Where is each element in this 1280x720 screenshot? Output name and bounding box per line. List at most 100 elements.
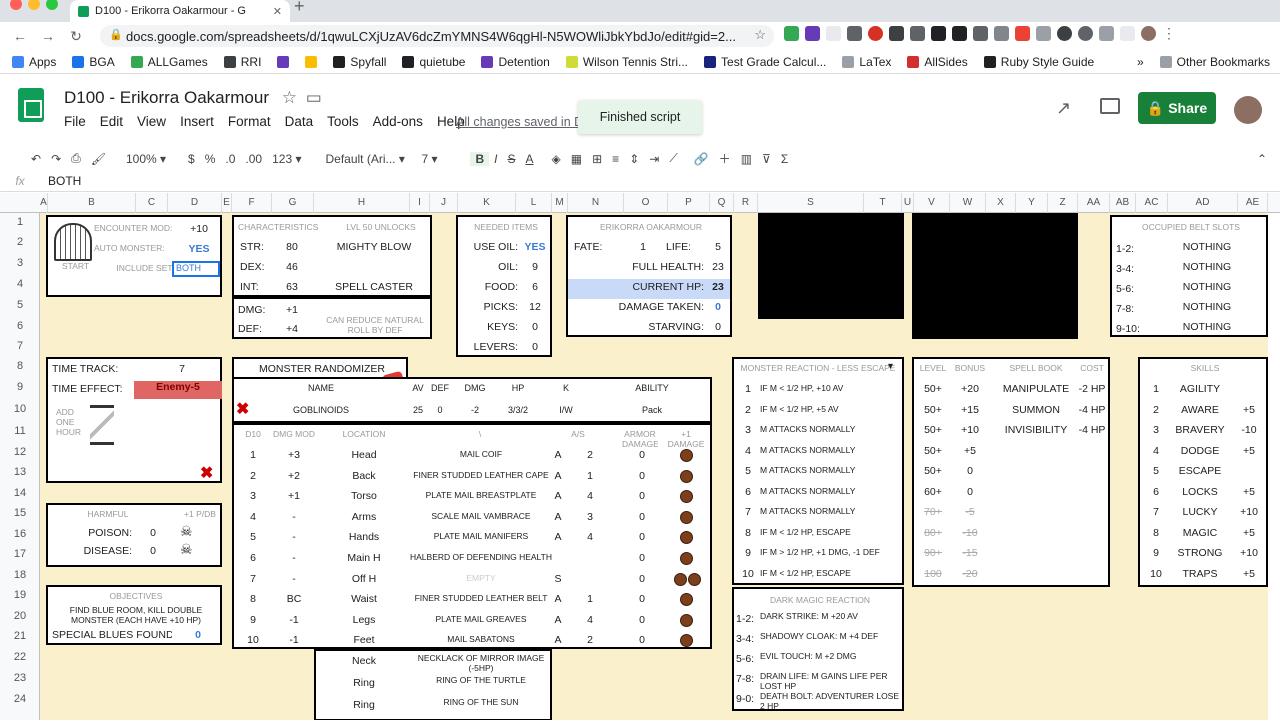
tab-close-icon[interactable]: ✕ <box>273 5 282 18</box>
column-header[interactable]: AA <box>1078 193 1110 213</box>
row-header[interactable]: 14 <box>0 487 40 499</box>
new-tab-icon[interactable]: + <box>294 0 305 17</box>
increase-decimal-button[interactable]: .00 <box>240 152 267 166</box>
forward-icon[interactable]: → <box>34 28 62 44</box>
column-header[interactable]: Z <box>1048 193 1078 213</box>
percent-format-button[interactable]: % <box>200 152 221 166</box>
column-header[interactable]: M <box>552 193 568 213</box>
text-rotation-icon[interactable]: ⟋ <box>664 151 682 166</box>
column-header[interactable]: AE <box>1238 193 1268 213</box>
redo-icon[interactable]: ↷ <box>46 152 66 166</box>
formula-bar[interactable]: fx BOTH <box>0 170 1280 192</box>
paint-format-icon[interactable]: 🖌 <box>86 152 111 166</box>
profile-avatar[interactable] <box>1141 26 1156 41</box>
row-header[interactable]: 19 <box>0 589 40 601</box>
close-x-icon[interactable]: ✖ <box>236 399 249 419</box>
document-title[interactable]: D100 - Erikorra Oakarmour ☆ ▭ <box>64 88 322 108</box>
column-header[interactable]: E <box>222 193 232 213</box>
borders-icon[interactable]: ▦ <box>566 152 587 166</box>
bookmark-item[interactable]: Detention <box>481 55 550 69</box>
row-header[interactable]: 18 <box>0 569 40 581</box>
extension-icon[interactable] <box>994 26 1009 41</box>
star-icon[interactable]: ☆ <box>282 88 297 107</box>
extension-icon[interactable] <box>952 26 967 41</box>
column-header[interactable]: K <box>458 193 516 213</box>
menu-view[interactable]: View <box>137 114 166 129</box>
merge-cells-icon[interactable]: ⊞ <box>587 152 607 166</box>
zoom-select[interactable]: 100% ▾ <box>121 152 171 166</box>
bookmark-item[interactable]: Wilson Tennis Stri... <box>565 55 688 69</box>
bold-button[interactable]: B <box>470 151 490 166</box>
damage-token-icon[interactable] <box>680 531 693 545</box>
chrome-menu-icon[interactable]: ⋮ <box>1162 26 1176 41</box>
row-header[interactable]: 12 <box>0 446 40 458</box>
row-header[interactable]: 16 <box>0 528 40 540</box>
other-bookmarks-folder[interactable]: Other Bookmarks <box>1159 55 1270 69</box>
row-header[interactable]: 4 <box>0 278 40 290</box>
insert-link-icon[interactable]: 🔗 <box>689 152 714 166</box>
functions-icon[interactable]: Σ <box>776 152 793 166</box>
column-header[interactable]: W <box>950 193 986 213</box>
column-header[interactable]: T <box>864 193 902 213</box>
column-header[interactable]: D <box>168 193 222 213</box>
font-size-select[interactable]: 7 ▾ <box>416 152 464 166</box>
damage-token-icon[interactable] <box>688 572 701 586</box>
activity-dashboard-icon[interactable]: ↗ <box>1056 98 1071 119</box>
save-status[interactable]: All changes saved in D <box>456 115 583 129</box>
reload-icon[interactable]: ↻ <box>62 28 90 45</box>
menu-format[interactable]: Format <box>228 114 271 129</box>
damage-token-icon[interactable] <box>680 552 693 565</box>
extension-icon[interactable] <box>889 26 904 41</box>
font-select[interactable]: Default (Ari... ▾ <box>320 152 404 166</box>
horizontal-align-icon[interactable]: ≡ <box>607 152 624 166</box>
column-header[interactable]: AC <box>1136 193 1168 213</box>
row-header[interactable]: 10 <box>0 403 40 415</box>
column-header[interactable]: I <box>410 193 430 213</box>
extension-icon[interactable] <box>805 26 820 41</box>
menu-tools[interactable]: Tools <box>327 114 359 129</box>
maximize-window-icon[interactable] <box>46 0 58 10</box>
amazon-icon[interactable] <box>931 26 946 41</box>
column-header[interactable]: Y <box>1016 193 1048 213</box>
currency-format-button[interactable]: $ <box>183 152 200 166</box>
italic-button[interactable]: I <box>489 152 502 166</box>
formula-input[interactable]: BOTH <box>40 174 81 188</box>
close-x-icon[interactable]: ✖ <box>200 463 213 483</box>
extension-icon[interactable] <box>1036 26 1051 41</box>
extension-icon[interactable] <box>1015 26 1030 41</box>
bookmark-item[interactable]: ALLGames <box>130 55 208 69</box>
text-color-button[interactable]: A <box>521 152 539 166</box>
extension-icon[interactable] <box>1099 26 1114 41</box>
row-header[interactable]: 22 <box>0 651 40 663</box>
row-header[interactable]: 24 <box>0 693 40 705</box>
bookmark-item[interactable]: Apps <box>12 55 56 69</box>
extension-icon[interactable] <box>826 26 841 41</box>
column-header[interactable]: B <box>48 193 136 213</box>
bookmark-item[interactable] <box>277 55 290 68</box>
column-header[interactable]: Q <box>710 193 734 213</box>
bookmark-item[interactable] <box>305 55 318 68</box>
vertical-align-icon[interactable]: ⇕ <box>624 152 644 166</box>
menu-file[interactable]: File <box>64 114 86 129</box>
row-header[interactable]: 5 <box>0 299 40 311</box>
column-header[interactable]: X <box>986 193 1016 213</box>
column-header[interactable]: S <box>758 193 864 213</box>
column-header[interactable]: U <box>902 193 914 213</box>
row-header[interactable]: 2 <box>0 236 40 248</box>
adblock-icon[interactable] <box>868 26 883 41</box>
bookmark-item[interactable]: AllSides <box>907 55 968 69</box>
row-header[interactable]: 6 <box>0 320 40 332</box>
extension-icon[interactable] <box>847 26 862 41</box>
include-set-dropdown[interactable]: BOTH <box>172 261 220 277</box>
extension-icon[interactable] <box>1120 26 1135 41</box>
bookmark-item[interactable]: quietube <box>402 55 465 69</box>
row-header[interactable]: 20 <box>0 610 40 622</box>
column-header[interactable]: G <box>272 193 314 213</box>
bookmark-item[interactable]: LaTex <box>842 55 891 69</box>
bookmark-item[interactable]: RRI <box>223 55 261 69</box>
close-window-icon[interactable] <box>10 0 22 10</box>
damage-token-icon[interactable] <box>680 510 693 524</box>
decrease-decimal-button[interactable]: .0 <box>220 152 240 166</box>
menu-insert[interactable]: Insert <box>180 114 214 129</box>
sheets-logo-icon[interactable] <box>18 88 44 122</box>
